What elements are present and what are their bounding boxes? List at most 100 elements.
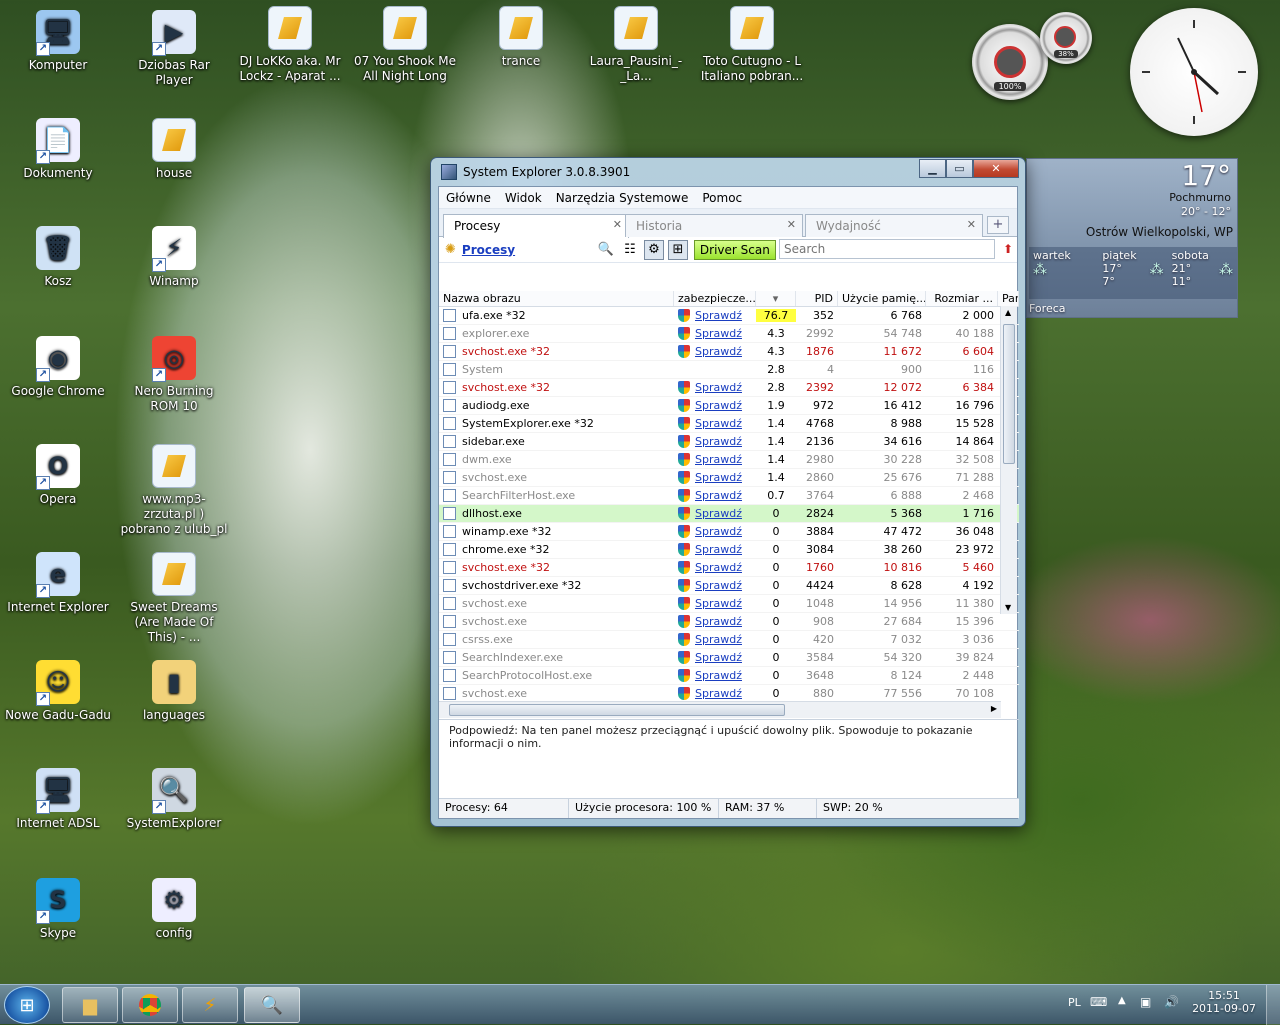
- taskbar-explorer[interactable]: ▆: [62, 987, 118, 1023]
- desktop-icon[interactable]: www.mp3-zrzuta.pl ) pobrano z ulub_pl: [119, 444, 229, 537]
- table-row[interactable]: svchost.exe Sprawdź 0 908 27 684 15 396: [439, 613, 1019, 631]
- system-explorer-window[interactable]: System Explorer 3.0.8.3901 ▁ ▭ ✕ Główne …: [430, 157, 1026, 827]
- table-row[interactable]: svchost.exe Sprawdź 0 1048 14 956 11 380: [439, 595, 1019, 613]
- check-link[interactable]: Sprawdź: [695, 381, 742, 394]
- windows-filter-icon[interactable]: ⊞: [667, 239, 688, 260]
- table-row[interactable]: svchost.exe *32 Sprawdź 2.8 2392 12 072 6 384: [439, 379, 1019, 397]
- title-bar[interactable]: System Explorer 3.0.8.3901 ▁ ▭ ✕: [431, 158, 1025, 186]
- check-link[interactable]: Sprawdź: [695, 453, 742, 466]
- desktop-icon[interactable]: Sweet Dreams (Are Made Of This) - ...: [119, 552, 229, 645]
- table-row[interactable]: svchost.exe Sprawdź 0 880 77 556 70 108: [439, 685, 1019, 701]
- check-link[interactable]: Sprawdź: [695, 327, 742, 340]
- check-link[interactable]: Sprawdź: [695, 633, 742, 646]
- check-link[interactable]: Sprawdź: [695, 345, 742, 358]
- desktop-icon[interactable]: ⚡ ↗ Winamp: [119, 226, 229, 289]
- minimize-button[interactable]: ▁: [919, 159, 946, 178]
- desktop-icon[interactable]: 🗑 Kosz: [3, 226, 113, 289]
- vertical-scrollbar[interactable]: ▲ ▼: [1000, 306, 1017, 614]
- tab-wydajnosc[interactable]: Wydajność ✕: [805, 214, 983, 237]
- check-link[interactable]: Sprawdź: [695, 471, 742, 484]
- volume-icon[interactable]: 🔊: [1164, 995, 1179, 1009]
- table-row[interactable]: svchostdriver.exe *32 Sprawdź 0 4424 8 628 4 …: [439, 577, 1019, 595]
- menu-widok[interactable]: Widok: [498, 191, 549, 205]
- table-row[interactable]: dllhost.exe Sprawdź 0 2824 5 368 1 716: [439, 505, 1019, 523]
- check-link[interactable]: Sprawdź: [695, 435, 742, 448]
- check-link[interactable]: Sprawdź: [695, 561, 742, 574]
- check-link[interactable]: Sprawdź: [695, 489, 742, 502]
- desktop-icon[interactable]: Toto Cutugno - L Italiano pobran...: [697, 6, 807, 84]
- check-link[interactable]: Sprawdź: [695, 579, 742, 592]
- desktop-icon[interactable]: ⚙ config: [119, 878, 229, 941]
- settings-icon[interactable]: ⚙: [643, 239, 664, 260]
- search-input[interactable]: [779, 239, 995, 259]
- section-link-procesy[interactable]: Procesy: [462, 243, 572, 257]
- scroll-thumb[interactable]: [449, 704, 785, 716]
- col-par[interactable]: Par: [998, 291, 1019, 306]
- desktop-icon[interactable]: O ↗ Opera: [3, 444, 113, 507]
- table-row[interactable]: dwm.exe Sprawdź 1.4 2980 30 228 32 508: [439, 451, 1019, 469]
- table-row[interactable]: SearchIndexer.exe Sprawdź 0 3584 54 320 39 82…: [439, 649, 1019, 667]
- taskbar-chrome[interactable]: [122, 987, 178, 1023]
- check-link[interactable]: Sprawdź: [695, 669, 742, 682]
- hint-panel[interactable]: Podpowiedź: Na ten panel możesz przeciąg…: [439, 719, 1019, 801]
- language-indicator[interactable]: PL: [1068, 996, 1081, 1009]
- close-tab-icon[interactable]: ✕: [787, 218, 796, 231]
- weather-provider[interactable]: Foreca: [1029, 302, 1066, 315]
- desktop-icon[interactable]: Laura_Pausini_-_La...: [581, 6, 691, 84]
- weather-gadget[interactable]: 17° Pochmurno 20° - 12° Ostrów Wielkopol…: [1026, 158, 1238, 318]
- table-row[interactable]: winamp.exe *32 Sprawdź 0 3884 47 472 36 048: [439, 523, 1019, 541]
- check-link[interactable]: Sprawdź: [695, 543, 742, 556]
- horizontal-scrollbar[interactable]: ▶: [439, 701, 1001, 718]
- table-row[interactable]: ufa.exe *32 Sprawdź 76.7 352 6 768 2 000: [439, 307, 1019, 325]
- desktop-icon[interactable]: 07 You Shook Me All Night Long: [350, 6, 460, 84]
- tree-view-icon[interactable]: ☷: [620, 240, 640, 260]
- desktop-icon[interactable]: S ↗ Skype: [3, 878, 113, 941]
- check-link[interactable]: Sprawdź: [695, 399, 742, 412]
- desktop-icon[interactable]: e ↗ Internet Explorer: [3, 552, 113, 615]
- driver-scan-button[interactable]: Driver Scan: [693, 239, 776, 260]
- close-button[interactable]: ✕: [973, 159, 1019, 178]
- desktop-icon[interactable]: 📄 ↗ Dokumenty: [3, 118, 113, 181]
- desktop-icon[interactable]: ▮ languages: [119, 660, 229, 723]
- scroll-down-icon[interactable]: ▼: [1005, 603, 1011, 612]
- table-row[interactable]: svchost.exe *32 Sprawdź 4.3 1876 11 672 6 604: [439, 343, 1019, 361]
- table-row[interactable]: SearchProtocolHost.exe Sprawdź 0 3648 8 124 2…: [439, 667, 1019, 685]
- taskbar-winamp[interactable]: ⚡: [182, 987, 238, 1023]
- col-size[interactable]: Rozmiar ...: [926, 291, 998, 306]
- tab-historia[interactable]: Historia ✕: [625, 214, 803, 237]
- menu-narzedzia[interactable]: Narzędzia Systemowe: [549, 191, 696, 205]
- scroll-thumb[interactable]: [1003, 324, 1015, 464]
- check-link[interactable]: Sprawdź: [695, 687, 742, 700]
- table-row[interactable]: svchost.exe Sprawdź 1.4 2860 25 676 71 288: [439, 469, 1019, 487]
- show-desktop-button[interactable]: [1266, 985, 1280, 1025]
- desktop-icon[interactable]: house: [119, 118, 229, 181]
- col-pid[interactable]: PID: [796, 291, 838, 306]
- desktop-icon[interactable]: DJ LoKKo aka. Mr Lockz - Aparat ...: [235, 6, 345, 84]
- search-go-icon[interactable]: ⬆: [1003, 242, 1013, 256]
- table-row[interactable]: svchost.exe *32 Sprawdź 0 1760 10 816 5 460: [439, 559, 1019, 577]
- check-link[interactable]: Sprawdź: [695, 597, 742, 610]
- col-memory[interactable]: Użycie pamię...: [838, 291, 926, 306]
- taskbar-systemexplorer[interactable]: 🔍: [244, 987, 300, 1023]
- desktop-icon[interactable]: 🖥 ↗ Komputer: [3, 10, 113, 73]
- table-row[interactable]: chrome.exe *32 Sprawdź 0 3084 38 260 23 972: [439, 541, 1019, 559]
- scroll-right-icon[interactable]: ▶: [991, 704, 997, 713]
- table-row[interactable]: audiodg.exe Sprawdź 1.9 972 16 412 16 796: [439, 397, 1019, 415]
- col-cpu[interactable]: ▾: [756, 291, 796, 306]
- tab-procesy[interactable]: Procesy ✕: [443, 214, 629, 238]
- check-link[interactable]: Sprawdź: [695, 417, 742, 430]
- clock-tray[interactable]: 15:51 2011-09-07: [1192, 989, 1256, 1015]
- desktop-icon[interactable]: 🔍 ↗ SystemExplorer: [119, 768, 229, 831]
- col-zabezpieczenia[interactable]: zabezpiecze...: [674, 291, 756, 306]
- start-button[interactable]: ⊞: [4, 986, 50, 1024]
- table-row[interactable]: explorer.exe Sprawdź 4.3 2992 54 748 40 188: [439, 325, 1019, 343]
- desktop-icon[interactable]: ◉ ↗ Google Chrome: [3, 336, 113, 399]
- menu-glowne[interactable]: Główne: [439, 191, 498, 205]
- desktop-icon[interactable]: 🖥 ↗ Internet ADSL: [3, 768, 113, 831]
- desktop-icon[interactable]: ☺ ↗ Nowe Gadu-Gadu: [3, 660, 113, 723]
- keyboard-icon[interactable]: ⌨: [1090, 995, 1107, 1009]
- desktop-icon[interactable]: ◎ ↗ Nero Burning ROM 10: [119, 336, 229, 414]
- close-tab-icon[interactable]: ✕: [967, 218, 976, 231]
- table-row[interactable]: SearchFilterHost.exe Sprawdź 0.7 3764 6 888 2…: [439, 487, 1019, 505]
- check-link[interactable]: Sprawdź: [695, 507, 742, 520]
